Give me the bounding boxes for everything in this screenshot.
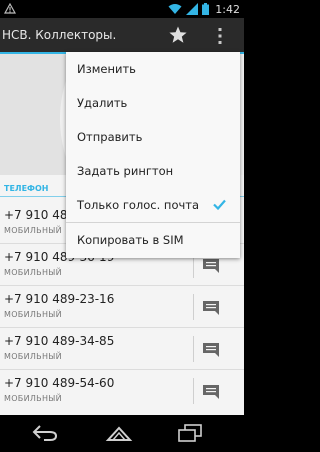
clock: 1:42 — [215, 2, 240, 16]
menu-item-share[interactable]: Отправить — [66, 120, 240, 154]
phone-number: +7 910 489-23-16 — [4, 292, 115, 306]
menu-item-label: Только голос. почта — [77, 198, 200, 212]
overflow-menu: Изменить Удалить Отправить Задать рингто… — [66, 52, 240, 258]
sms-icon[interactable] — [202, 257, 220, 273]
home-icon[interactable] — [104, 423, 134, 443]
phone-type: МОБИЛЬНЫЙ — [4, 352, 62, 361]
menu-item-voicemail-only[interactable]: Только голос. почта — [66, 188, 240, 222]
navigation-bar — [0, 415, 244, 452]
recents-icon[interactable] — [174, 423, 204, 443]
phone-type: МОБИЛЬНЫЙ — [4, 394, 62, 403]
phone-type: МОБИЛЬНЫЙ — [4, 268, 62, 277]
sms-icon[interactable] — [202, 299, 220, 315]
phone-number: +7 910 489-34-85 — [4, 334, 115, 348]
signal-icon — [186, 3, 199, 15]
phone-row[interactable]: +7 910 489-34-85 МОБИЛЬНЫЙ — [0, 328, 244, 370]
menu-item-label: Копировать в SIM — [77, 233, 184, 247]
star-icon[interactable] — [168, 25, 188, 45]
status-bar: 1:42 — [0, 0, 244, 18]
menu-item-label: Отправить — [77, 130, 143, 144]
sms-icon[interactable] — [202, 383, 220, 399]
phone-type: МОБИЛЬНЫЙ — [4, 310, 62, 319]
phone-type: МОБИЛЬНЫЙ — [4, 226, 62, 235]
menu-item-set-ringtone[interactable]: Задать рингтон — [66, 154, 240, 188]
row-divider — [193, 378, 194, 404]
menu-item-delete[interactable]: Удалить — [66, 86, 240, 120]
contact-title[interactable]: НСВ. Коллекторы. — [2, 28, 116, 42]
section-header-phone: ТЕЛЕФОН — [4, 184, 49, 193]
sms-icon[interactable] — [202, 341, 220, 357]
overflow-icon[interactable] — [214, 26, 226, 46]
phone-number: +7 910 489-54-60 — [4, 376, 115, 390]
menu-item-label: Удалить — [77, 96, 128, 110]
row-divider — [193, 336, 194, 362]
row-divider — [193, 294, 194, 320]
battery-icon — [202, 3, 210, 15]
phone-row[interactable]: +7 910 489-23-16 МОБИЛЬНЫЙ — [0, 286, 244, 328]
phone-row[interactable]: +7 910 489-54-60 МОБИЛЬНЫЙ — [0, 370, 244, 412]
action-bar: НСВ. Коллекторы. — [0, 18, 244, 54]
back-icon[interactable] — [30, 423, 60, 443]
menu-item-label: Задать рингтон — [77, 164, 174, 178]
menu-item-edit[interactable]: Изменить — [66, 52, 240, 86]
menu-item-copy-to-sim[interactable]: Копировать в SIM — [66, 223, 240, 257]
notification-icon — [4, 3, 16, 14]
menu-item-label: Изменить — [77, 62, 136, 76]
wifi-icon — [168, 4, 182, 14]
checkmark-icon — [213, 199, 226, 210]
